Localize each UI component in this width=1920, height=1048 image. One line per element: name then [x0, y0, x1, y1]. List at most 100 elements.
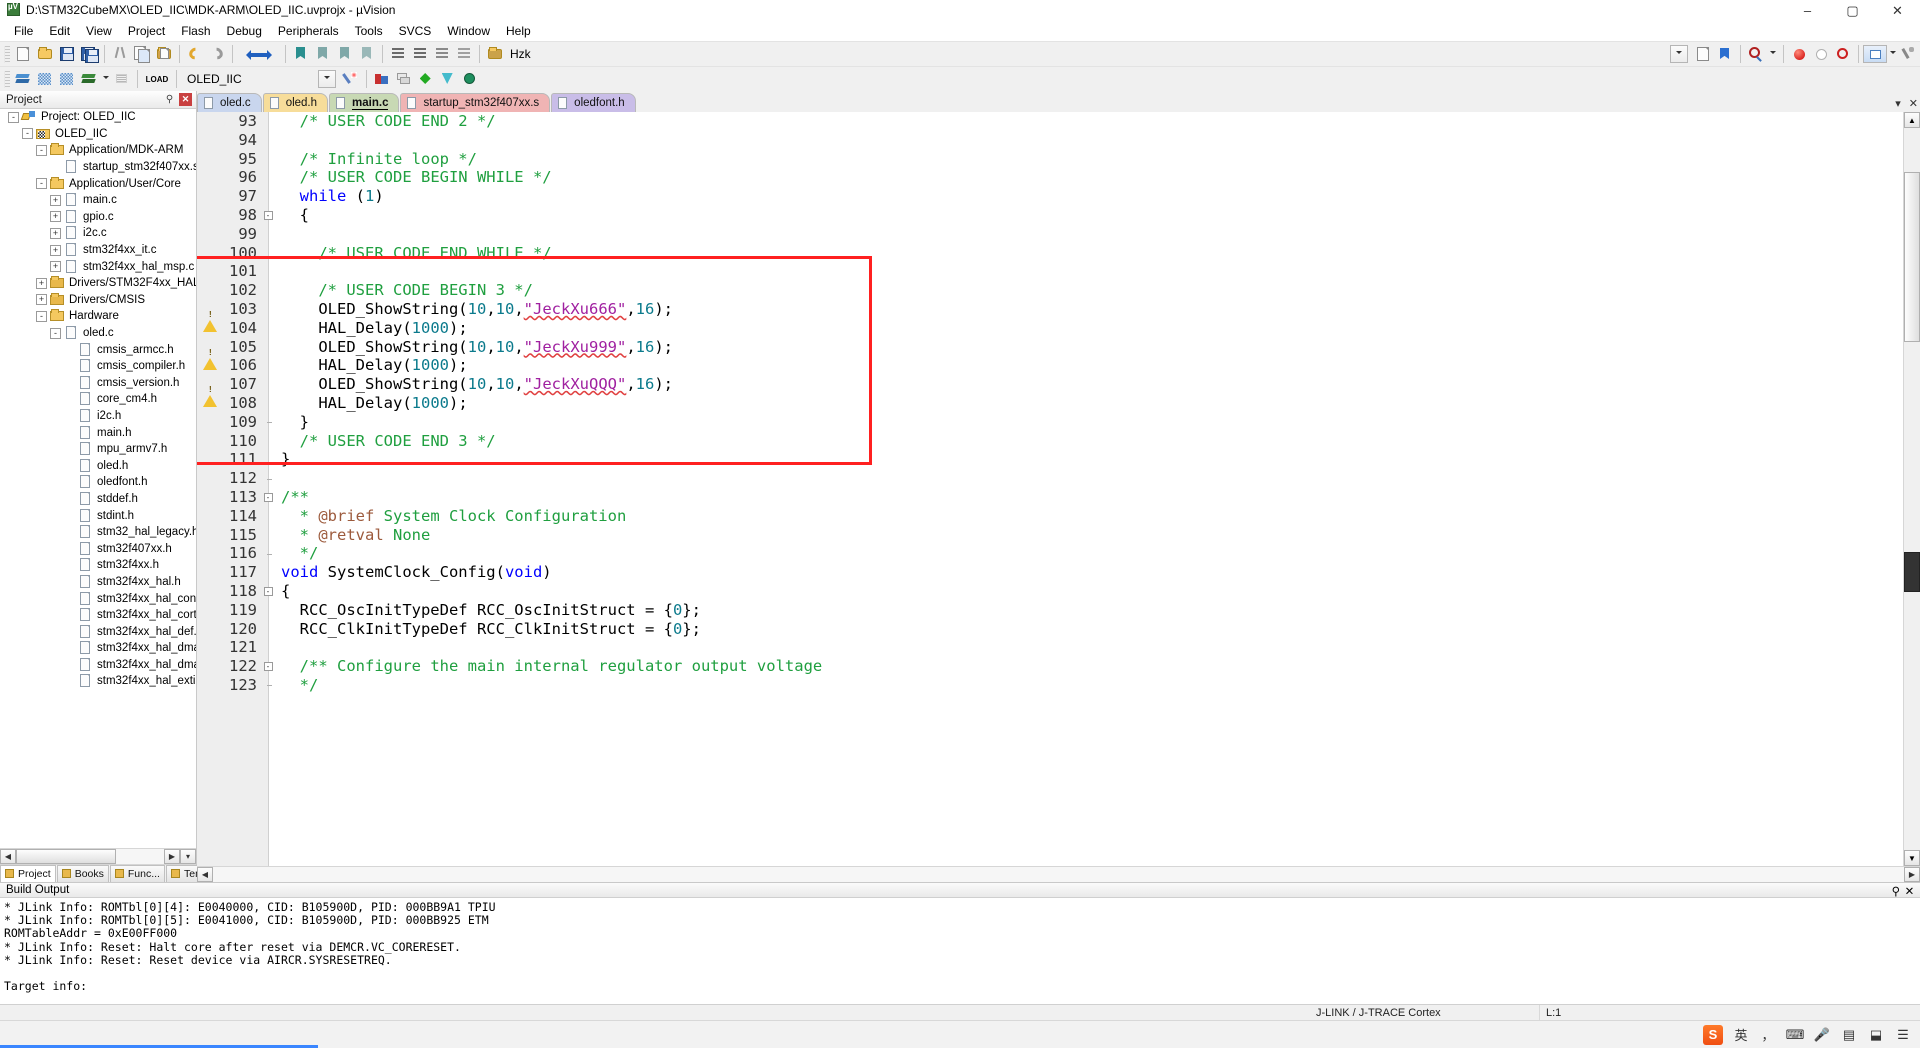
breakpoint-icon[interactable] [1788, 43, 1810, 65]
menu-project[interactable]: Project [120, 22, 173, 40]
debug-start-icon[interactable] [1767, 43, 1779, 65]
code-line[interactable]: ! 105 OLED_ShowString(10,10,"JeckXu999",1… [197, 338, 1903, 370]
code-line[interactable]: 120 RCC_ClkInitTypeDef RCC_ClkInitStruct… [197, 620, 1903, 639]
code-view[interactable]: 93 /* USER CODE END 2 */94 95 /* Infinite… [197, 112, 1903, 866]
toolbar-grip-2[interactable] [4, 70, 10, 88]
cut-icon[interactable] [109, 43, 131, 65]
code-line[interactable]: 97 while (1) [197, 187, 1903, 206]
expand-toggle-icon[interactable]: + [50, 194, 61, 206]
menu-help[interactable]: Help [498, 22, 539, 40]
tree-item[interactable]: stm32f4xx_hal_conf.h [0, 590, 196, 607]
editor-vertical-scrollbar[interactable]: ▲ ▼ [1903, 112, 1920, 866]
code-line[interactable]: 108 HAL_Delay(1000); [197, 394, 1903, 413]
fold-toggle-icon[interactable]: - [263, 662, 273, 671]
stop-build-icon[interactable] [111, 68, 133, 90]
fold-column[interactable]: - [261, 586, 275, 596]
dropdown-small-icon[interactable] [1887, 43, 1898, 65]
tree-item[interactable]: - oled.c [0, 325, 196, 342]
tab-scroll-down-icon[interactable]: ▾ [1895, 97, 1901, 110]
indent-icon[interactable] [387, 43, 409, 65]
magic-wand-icon[interactable] [340, 68, 362, 90]
tree-item[interactable]: startup_stm32f407xx.s [0, 159, 196, 176]
code-line[interactable]: ! 103 OLED_ShowString(10,10,"JeckXu666",1… [197, 300, 1903, 332]
bookmark-blue-icon[interactable] [1714, 43, 1736, 65]
tree-item[interactable]: stm32f4xx_hal_dma.h [0, 640, 196, 657]
sel-icon[interactable] [437, 68, 459, 90]
target-dropdown-icon[interactable] [317, 70, 336, 88]
expand-toggle-icon[interactable]: + [36, 294, 47, 306]
code-line[interactable]: 106 HAL_Delay(1000); [197, 356, 1903, 375]
undo-icon[interactable] [184, 43, 206, 65]
code-line[interactable]: 111} [197, 450, 1903, 469]
code-line[interactable]: 99 [197, 225, 1903, 244]
keyboard-icon[interactable]: ⌨ [1786, 1026, 1805, 1044]
paste-icon[interactable] [153, 43, 175, 65]
scroll-thumb[interactable] [16, 849, 116, 864]
scroll-track[interactable] [16, 849, 164, 864]
build-icon[interactable] [12, 68, 34, 90]
editor-tab-startup_stm32f407xx-s[interactable]: startup_stm32f407xx.s [400, 93, 551, 112]
maximize-button[interactable]: ▢ [1830, 0, 1875, 21]
dropdown-icon[interactable] [1670, 45, 1688, 63]
menu-debug[interactable]: Debug [219, 22, 270, 40]
close-button[interactable]: ✕ [1875, 0, 1920, 21]
code-line[interactable]: ! 107 OLED_ShowString(10,10,"JeckXuQQQ",1… [197, 375, 1903, 408]
configure-toolbar-icon[interactable] [1898, 43, 1920, 65]
bookmark-toggle-icon[interactable] [290, 43, 312, 65]
redo-icon[interactable] [206, 43, 228, 65]
code-line[interactable]: 109 } [197, 413, 1903, 432]
copy-icon[interactable] [131, 43, 153, 65]
tree-item[interactable]: + Drivers/CMSIS [0, 292, 196, 309]
configure-font-icon[interactable] [484, 43, 506, 65]
code-line[interactable]: 96 /* USER CODE BEGIN WHILE */ [197, 168, 1903, 187]
collapse-toggle-icon[interactable]: - [36, 310, 47, 322]
menu-flash[interactable]: Flash [173, 22, 218, 40]
fold-column[interactable]: - [261, 492, 275, 502]
comment-icon[interactable] [431, 43, 453, 65]
tree-item[interactable]: stddef.h [0, 491, 196, 508]
view-mode-button[interactable] [1863, 45, 1887, 63]
tree-item[interactable]: i2c.h [0, 408, 196, 425]
new-file-icon[interactable] [12, 43, 34, 65]
bookmark-next-icon[interactable] [334, 43, 356, 65]
tree-item[interactable]: - Hardware [0, 308, 196, 325]
collapse-toggle-icon[interactable]: - [36, 178, 47, 190]
build-close-icon[interactable]: ✕ [1903, 884, 1916, 898]
expand-toggle-icon[interactable]: + [50, 227, 61, 239]
tree-item[interactable]: oled.h [0, 457, 196, 474]
fold-toggle-icon[interactable]: - [263, 586, 273, 596]
tree-item[interactable]: + gpio.c [0, 209, 196, 226]
tree-item[interactable]: oledfont.h [0, 474, 196, 491]
menu-edit[interactable]: Edit [41, 22, 78, 40]
project-tree[interactable]: - Project: OLED_IIC - OLED_IIC - Application/… [0, 109, 196, 848]
sidebar-tab-books[interactable]: Books [56, 865, 109, 882]
open-file-icon[interactable] [34, 43, 56, 65]
outdent-icon[interactable] [409, 43, 431, 65]
code-line[interactable]: 119 RCC_OscInitTypeDef RCC_OscInitStruct… [197, 601, 1903, 620]
navigate-back-icon[interactable] [237, 43, 259, 65]
target-options-icon[interactable] [371, 68, 393, 90]
tree-item[interactable]: main.h [0, 424, 196, 441]
scroll-down-button[interactable]: ▼ [1904, 850, 1920, 866]
navigate-forward-icon[interactable] [259, 43, 281, 65]
code-line[interactable]: 94 [197, 131, 1903, 150]
expand-toggle-icon[interactable]: + [50, 261, 61, 273]
bookmark-prev-icon[interactable] [312, 43, 334, 65]
bookmark-clear-icon[interactable] [356, 43, 378, 65]
tree-item[interactable]: cmsis_armcc.h [0, 341, 196, 358]
fold-toggle-icon[interactable]: - [263, 210, 273, 220]
scroll-right-button[interactable]: ▶ [164, 849, 180, 864]
menu-icon[interactable]: ☰ [1894, 1026, 1912, 1044]
fold-toggle-icon[interactable]: - [263, 492, 273, 502]
code-line[interactable]: 121 [197, 638, 1903, 657]
tree-item[interactable]: stm32f407xx.h [0, 540, 196, 557]
code-line[interactable]: 112 [197, 469, 1903, 488]
code-line[interactable]: 101 [197, 262, 1903, 281]
tree-item[interactable]: mpu_armv7.h [0, 441, 196, 458]
tree-item[interactable]: - Application/User/Core [0, 175, 196, 192]
breakpoint-disabled-icon[interactable] [1810, 43, 1832, 65]
tree-item[interactable]: + stm32f4xx_hal_msp.c [0, 258, 196, 275]
breakpoint-kill-icon[interactable] [1832, 43, 1854, 65]
tree-item[interactable]: stm32f4xx_hal_exti.h [0, 673, 196, 690]
build-output-text[interactable]: * JLink Info: ROMTbl[0][4]: E0040000, CI… [0, 898, 1920, 1004]
